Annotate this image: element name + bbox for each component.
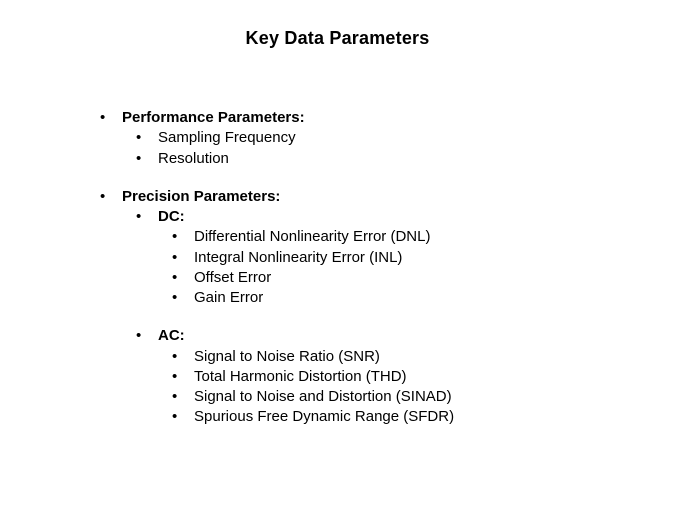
list-item: • Sampling Frequency bbox=[136, 128, 454, 148]
dc-heading: • DC: bbox=[136, 207, 454, 227]
bullet-icon: • bbox=[172, 387, 194, 407]
bullet-icon: • bbox=[172, 268, 194, 288]
bullet-icon: • bbox=[172, 407, 194, 427]
item-text: Offset Error bbox=[194, 268, 271, 288]
bullet-icon: • bbox=[100, 187, 122, 207]
heading-text: Performance Parameters: bbox=[122, 108, 305, 128]
spacer bbox=[100, 308, 454, 326]
bullet-icon: • bbox=[136, 326, 158, 346]
list-item: • Signal to Noise and Distortion (SINAD) bbox=[172, 387, 454, 407]
bullet-icon: • bbox=[172, 288, 194, 308]
heading-text: AC: bbox=[158, 326, 185, 346]
bullet-icon: • bbox=[172, 367, 194, 387]
list-item: • Differential Nonlinearity Error (DNL) bbox=[172, 227, 454, 247]
list-item: • Gain Error bbox=[172, 288, 454, 308]
list-item: • Offset Error bbox=[172, 268, 454, 288]
bullet-icon: • bbox=[136, 149, 158, 169]
bullet-icon: • bbox=[136, 128, 158, 148]
precision-heading: • Precision Parameters: bbox=[100, 187, 454, 207]
performance-heading: • Performance Parameters: bbox=[100, 108, 454, 128]
bullet-icon: • bbox=[172, 227, 194, 247]
bullet-icon: • bbox=[100, 108, 122, 128]
item-text: Resolution bbox=[158, 149, 229, 169]
item-text: Total Harmonic Distortion (THD) bbox=[194, 367, 407, 387]
page-title: Key Data Parameters bbox=[0, 0, 675, 49]
item-text: Signal to Noise Ratio (SNR) bbox=[194, 347, 380, 367]
bullet-icon: • bbox=[172, 248, 194, 268]
item-text: Sampling Frequency bbox=[158, 128, 296, 148]
list-item: • Signal to Noise Ratio (SNR) bbox=[172, 347, 454, 367]
list-item: • Resolution bbox=[136, 149, 454, 169]
heading-text: DC: bbox=[158, 207, 185, 227]
list-item: • Spurious Free Dynamic Range (SFDR) bbox=[172, 407, 454, 427]
ac-heading: • AC: bbox=[136, 326, 454, 346]
item-text: Gain Error bbox=[194, 288, 263, 308]
spacer bbox=[100, 169, 454, 187]
list-item: • Integral Nonlinearity Error (INL) bbox=[172, 248, 454, 268]
item-text: Spurious Free Dynamic Range (SFDR) bbox=[194, 407, 454, 427]
item-text: Integral Nonlinearity Error (INL) bbox=[194, 248, 402, 268]
bullet-icon: • bbox=[136, 207, 158, 227]
list-item: • Total Harmonic Distortion (THD) bbox=[172, 367, 454, 387]
heading-text: Precision Parameters: bbox=[122, 187, 280, 207]
item-text: Differential Nonlinearity Error (DNL) bbox=[194, 227, 430, 247]
content-body: • Performance Parameters: • Sampling Fre… bbox=[100, 108, 454, 428]
bullet-icon: • bbox=[172, 347, 194, 367]
item-text: Signal to Noise and Distortion (SINAD) bbox=[194, 387, 452, 407]
